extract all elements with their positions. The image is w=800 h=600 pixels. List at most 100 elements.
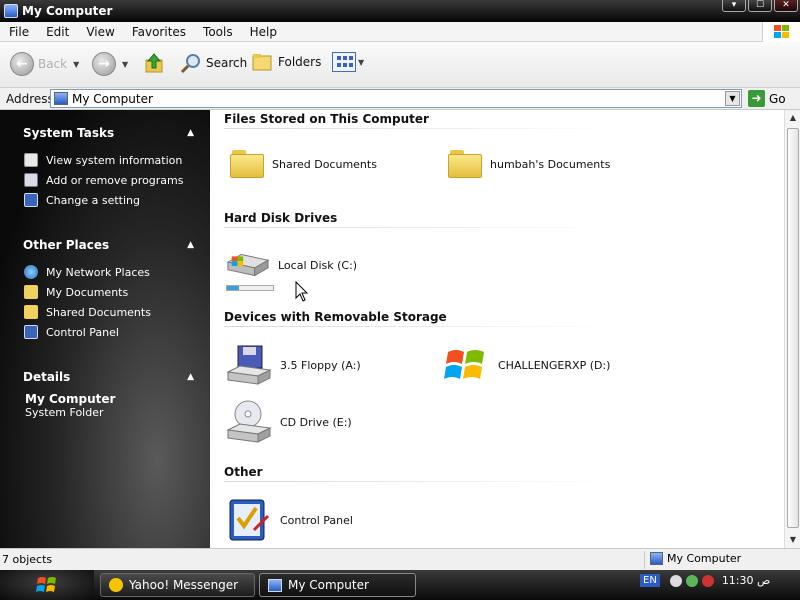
title-bar[interactable]: My Computer ▾ ☐ ✕: [0, 0, 800, 22]
address-dropdown-icon[interactable]: ▼: [725, 91, 740, 106]
search-icon: [180, 54, 200, 74]
control-panel-icon: [24, 193, 38, 207]
windows-drive-icon: [444, 350, 484, 379]
folder-icon: [24, 285, 38, 299]
hard-drive-icon: [226, 253, 270, 277]
place-shared-documents[interactable]: Shared Documents: [16, 302, 200, 322]
taskbar: Yahoo! Messenger My Computer EN 11:30 ص: [0, 570, 800, 600]
place-label: My Network Places: [46, 265, 150, 279]
maximize-button[interactable]: ☐: [748, 0, 772, 12]
task-change-setting[interactable]: Change a setting: [16, 190, 200, 210]
group-removable-heading: Devices with Removable Storage: [224, 310, 447, 324]
group-divider: [224, 128, 616, 129]
system-tasks-header[interactable]: System Tasks ▲: [16, 124, 200, 142]
scroll-thumb[interactable]: [787, 128, 799, 528]
floppy-drive-item[interactable]: 3.5 Floppy (A:): [226, 344, 361, 386]
place-label: My Documents: [46, 285, 129, 299]
local-disk-item[interactable]: Local Disk (C:): [226, 250, 357, 280]
other-places-section: Other Places ▲ My Network Places My Docu…: [16, 236, 200, 342]
menu-bar: File Edit View Favorites Tools Help: [0, 22, 800, 42]
group-divider: [224, 481, 616, 482]
task-view-system-info[interactable]: View system information: [16, 150, 200, 170]
scroll-up-icon[interactable]: ▲: [785, 110, 800, 126]
floppy-drive-icon: [226, 345, 272, 385]
task-add-remove-programs[interactable]: Add or remove programs: [16, 170, 200, 190]
tray-icon[interactable]: [669, 574, 682, 587]
vertical-scrollbar[interactable]: ▲ ▼: [784, 110, 800, 548]
up-folder-button[interactable]: [144, 52, 166, 74]
group-files-heading: Files Stored on This Computer: [224, 112, 429, 126]
tray-icon[interactable]: [701, 574, 714, 587]
system-tray: EN 11:30 ص: [640, 574, 770, 587]
menu-file[interactable]: File: [0, 25, 37, 39]
search-button[interactable]: Search: [180, 52, 247, 74]
item-label: humbah's Documents: [490, 157, 611, 171]
menu-view[interactable]: View: [77, 25, 122, 39]
place-my-network-places[interactable]: My Network Places: [16, 262, 200, 282]
computer-icon: [268, 578, 282, 592]
other-places-header[interactable]: Other Places ▲: [16, 236, 200, 254]
group-other-heading: Other: [224, 465, 263, 479]
address-input[interactable]: My Computer ▼: [50, 89, 742, 108]
smiley-icon: [109, 578, 123, 592]
group-divider: [224, 227, 616, 228]
go-arrow-icon: ➜: [748, 90, 765, 107]
scroll-down-icon[interactable]: ▼: [785, 532, 800, 548]
task-label: Change a setting: [46, 193, 140, 207]
cd-drive-icon: [226, 400, 272, 443]
taskbar-label: Yahoo! Messenger: [129, 578, 239, 592]
details-header[interactable]: Details ▲: [16, 368, 200, 386]
control-panel-item[interactable]: Control Panel: [226, 498, 353, 542]
taskbar-my-computer[interactable]: My Computer: [259, 573, 416, 597]
taskbar-label: My Computer: [288, 578, 369, 592]
network-icon: [24, 265, 38, 279]
back-dropdown-icon[interactable]: ▼: [73, 60, 79, 69]
forward-dropdown-icon[interactable]: ▼: [122, 60, 128, 69]
menu-favorites[interactable]: Favorites: [123, 25, 194, 39]
collapse-icon[interactable]: ▲: [187, 372, 194, 382]
menu-edit[interactable]: Edit: [37, 25, 77, 39]
group-hdd-heading: Hard Disk Drives: [224, 211, 338, 225]
collapse-icon[interactable]: ▲: [187, 240, 194, 250]
mouse-pointer-icon: [295, 281, 309, 302]
tray-icon[interactable]: [685, 574, 698, 587]
details-title: Details: [23, 370, 71, 384]
shared-documents-item[interactable]: Shared Documents: [230, 150, 377, 178]
folder-icon: [448, 150, 482, 178]
menu-tools[interactable]: Tools: [194, 25, 241, 39]
address-label: Address: [6, 92, 54, 106]
user-documents-item[interactable]: humbah's Documents: [448, 150, 610, 178]
place-my-documents[interactable]: My Documents: [16, 282, 200, 302]
taskbar-yahoo-messenger[interactable]: Yahoo! Messenger: [100, 573, 255, 597]
close-button[interactable]: ✕: [774, 0, 798, 12]
place-label: Shared Documents: [46, 305, 151, 319]
item-label: Control Panel: [280, 513, 353, 527]
challengerxp-drive-item[interactable]: CHALLENGERXP (D:): [444, 346, 610, 384]
back-button[interactable]: ← Back ▼: [10, 52, 79, 76]
minimize-button[interactable]: ▾: [722, 0, 746, 12]
start-button[interactable]: [0, 570, 94, 600]
place-control-panel[interactable]: Control Panel: [16, 322, 200, 342]
folders-button[interactable]: Folders: [252, 52, 321, 72]
forward-button[interactable]: → ▼: [92, 52, 128, 76]
views-button[interactable]: ▼: [332, 52, 364, 72]
menu-help[interactable]: Help: [241, 25, 285, 39]
views-icon: [332, 52, 356, 72]
folders-icon: [252, 54, 272, 71]
go-label: Go: [769, 91, 786, 106]
back-arrow-icon: ←: [10, 52, 34, 76]
details-name: My Computer: [25, 392, 116, 406]
language-indicator[interactable]: EN: [640, 574, 660, 587]
up-folder-icon: [145, 53, 163, 73]
folders-label: Folders: [278, 55, 322, 69]
system-tasks-title: System Tasks: [23, 126, 115, 140]
address-value: My Computer: [72, 91, 153, 106]
computer-icon: [650, 552, 663, 565]
cd-drive-item[interactable]: CD Drive (E:): [226, 400, 352, 444]
content-pane: Files Stored on This Computer Shared Doc…: [210, 110, 784, 548]
address-bar: Address My Computer ▼ ➜ Go: [0, 88, 800, 110]
go-button[interactable]: ➜ Go: [748, 90, 786, 107]
status-location-label: My Computer: [667, 552, 742, 565]
collapse-icon[interactable]: ▲: [187, 128, 194, 138]
other-places-title: Other Places: [23, 238, 110, 252]
